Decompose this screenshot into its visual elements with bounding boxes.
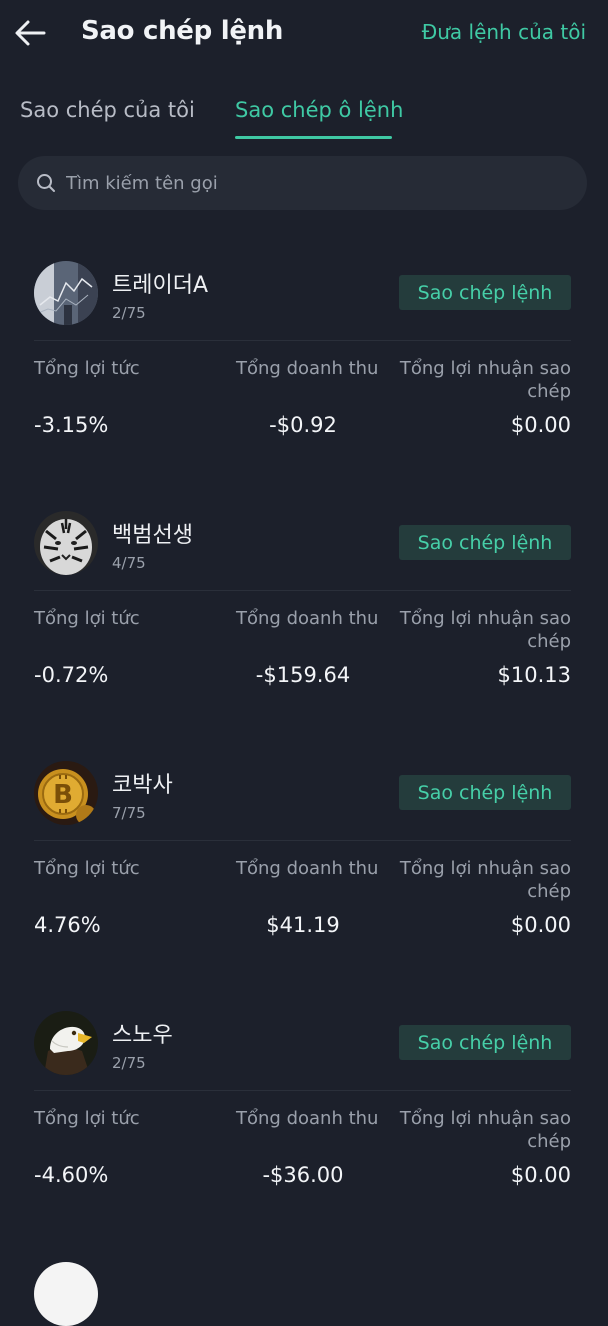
total-copy-profit-label: Tổng lợi nhuận sao chép [399, 358, 571, 402]
trader-slots: 2/75 [112, 1054, 146, 1072]
back-button[interactable] [12, 16, 48, 50]
total-copy-profit-value: $0.00 [510, 1163, 571, 1187]
tab-copy-orders[interactable]: Sao chép ô lệnh [235, 98, 403, 122]
copy-order-button[interactable]: Sao chép lệnh [399, 775, 571, 810]
total-revenue-value: $41.19 [266, 913, 340, 937]
total-copy-profit-value: $10.13 [497, 663, 571, 687]
active-tab-indicator [235, 136, 392, 139]
total-revenue-value: -$36.00 [262, 1163, 344, 1187]
trader-slots: 2/75 [112, 304, 146, 322]
total-yield-label: Tổng lợi tức [34, 358, 140, 379]
trader-name: 스노우 [112, 1023, 173, 1048]
search-input[interactable] [66, 172, 546, 194]
total-yield-label: Tổng lợi tức [34, 858, 140, 879]
divider [34, 840, 571, 841]
total-yield-value: -4.60% [34, 1163, 109, 1187]
copy-order-button[interactable]: Sao chép lệnh [399, 525, 571, 560]
trader-slots: 7/75 [112, 804, 146, 822]
total-revenue-value: -$159.64 [255, 663, 351, 687]
copy-order-button[interactable]: Sao chép lệnh [399, 275, 571, 310]
tab-my-copies[interactable]: Sao chép của tôi [20, 98, 195, 122]
total-revenue-label: Tổng doanh thu [236, 608, 379, 629]
arrow-left-icon [15, 20, 46, 46]
total-revenue-label: Tổng doanh thu [236, 858, 379, 879]
trader-card: 스노우 2/75 Sao chép lệnh Tổng lợi tức Tổng… [0, 1001, 608, 1251]
app-header: Sao chép lệnh Đưa lệnh của tôi [0, 0, 608, 68]
total-revenue-value: -$0.92 [269, 413, 337, 437]
page-title: Sao chép lệnh [81, 16, 284, 46]
trader-avatar [34, 511, 98, 575]
divider [34, 340, 571, 341]
trader-card: 트레이더A 2/75 Sao chép lệnh Tổng lợi tức Tổ… [0, 251, 608, 501]
svg-text:B: B [53, 780, 73, 810]
copy-order-button[interactable]: Sao chép lệnh [399, 1025, 571, 1060]
trader-avatar [34, 1262, 98, 1326]
total-yield-value: -0.72% [34, 663, 109, 687]
trader-avatar [34, 1011, 98, 1075]
total-yield-value: 4.76% [34, 913, 101, 937]
total-revenue-label: Tổng doanh thu [236, 358, 379, 379]
search-icon [36, 172, 58, 194]
trader-card: 백범선생 4/75 Sao chép lệnh Tổng lợi tức Tổn… [0, 501, 608, 751]
divider [34, 1090, 571, 1091]
search-bar[interactable] [18, 156, 587, 210]
total-revenue-label: Tổng doanh thu [236, 1108, 379, 1129]
trader-name: 코박사 [112, 773, 173, 798]
trader-avatar [34, 261, 98, 325]
trader-name: 백범선생 [112, 523, 193, 548]
my-orders-link[interactable]: Đưa lệnh của tôi [422, 20, 586, 44]
total-copy-profit-value: $0.00 [510, 913, 571, 937]
divider [34, 590, 571, 591]
total-copy-profit-label: Tổng lợi nhuận sao chép [399, 608, 571, 652]
tab-bar: Sao chép của tôi Sao chép ô lệnh [0, 90, 608, 142]
total-copy-profit-value: $0.00 [510, 413, 571, 437]
trader-slots: 4/75 [112, 554, 146, 572]
trader-card: B 코박사 7/75 Sao chép lệnh Tổng lợi tức Tổ… [0, 751, 608, 1001]
total-yield-value: -3.15% [34, 413, 109, 437]
trader-avatar: B [34, 761, 98, 825]
total-yield-label: Tổng lợi tức [34, 1108, 140, 1129]
total-copy-profit-label: Tổng lợi nhuận sao chép [399, 1108, 571, 1152]
total-copy-profit-label: Tổng lợi nhuận sao chép [399, 858, 571, 902]
total-yield-label: Tổng lợi tức [34, 608, 140, 629]
trader-name: 트레이더A [112, 273, 209, 298]
